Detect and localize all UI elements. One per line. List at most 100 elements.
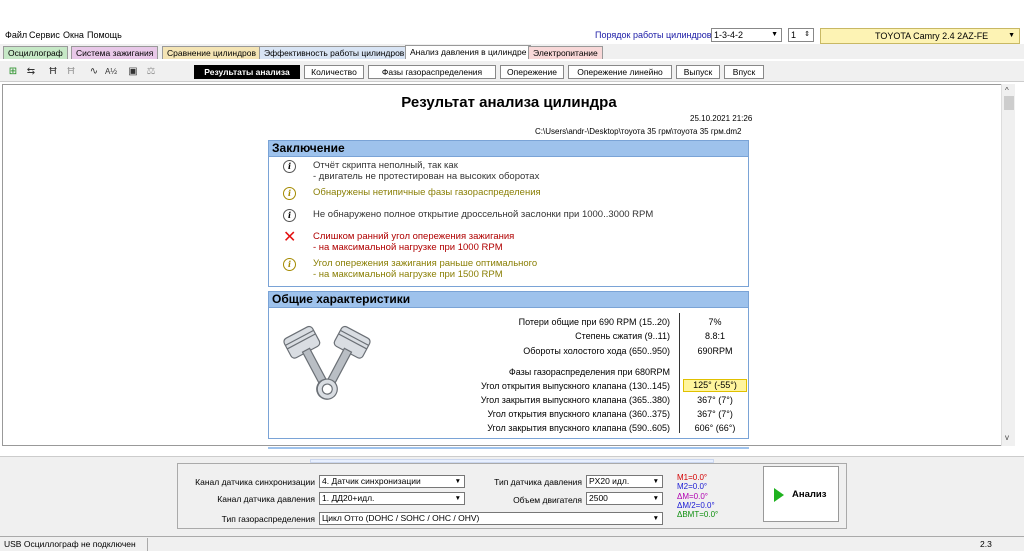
marker-half-delta: ΔM/2=0.0° — [677, 501, 715, 510]
menu-bar: Файл Сервис Окна Помощь Порядок работы ц… — [0, 27, 1024, 44]
cylinder-number-spinner[interactable]: 1 ⇕ — [788, 28, 814, 42]
valve-timing-type-label: Тип газораспределения — [221, 514, 315, 524]
char-label: Угол открытия выпускного клапана (130..1… — [480, 381, 670, 391]
sensor-type-label: Тип датчика давления — [494, 477, 582, 487]
info-icon: i — [283, 160, 296, 173]
conclusion-subtext: - двигатель не протестирован на высоких … — [313, 171, 540, 182]
cross-icon: ✕ — [283, 227, 297, 246]
play-icon — [774, 488, 784, 502]
sync-channel-label: Канал датчика синхронизации — [195, 477, 315, 487]
pressure-channel-select[interactable]: 1. ДД20+идл. ▼ — [319, 492, 465, 505]
chevron-down-icon: ▼ — [454, 478, 461, 485]
conclusion-text: Обнаружены нетипичные фазы газораспредел… — [313, 187, 541, 198]
tab-oscilloscope[interactable]: Осциллограф — [3, 46, 68, 59]
valve-timing-type-select[interactable]: Цикл Отто (DOHC / SOHC / OHC / OHV) ▼ — [319, 512, 663, 525]
char-label: Угол закрытия впускного клапана (590..60… — [487, 423, 670, 433]
char-value-highlight: 125° (-55°) — [683, 379, 747, 392]
char-value: 690RPM — [697, 346, 733, 356]
vehicle-select[interactable]: TOYOTA Camry 2.4 2AZ-FE ▼ — [820, 28, 1020, 44]
tab-cylinder-compare[interactable]: Сравнение цилиндров — [162, 46, 262, 59]
chevron-down-icon: ▼ — [652, 478, 659, 485]
char-label: Угол закрытия выпускного клапана (365..3… — [480, 395, 670, 405]
tab-cylinder-efficiency[interactable]: Эффективность работы цилиндров — [259, 46, 410, 59]
algorithm-icon[interactable]: A½ — [103, 64, 119, 79]
marker-tdc: ΔВМТ=0.0° — [677, 510, 719, 519]
report-title: Результат анализа цилиндра — [401, 94, 617, 111]
vehicle-name: TOYOTA Camry 2.4 2AZ-FE — [875, 31, 989, 41]
menu-windows[interactable]: Окна — [63, 30, 84, 40]
char-label: Обороты холостого хода (650..950) — [523, 346, 670, 356]
vertical-scrollbar[interactable]: ^ v — [1001, 84, 1015, 446]
char-label: Угол открытия впускного клапана (360..37… — [487, 409, 670, 419]
tab-cylinder-pressure[interactable]: Анализ давления в цилиндре — [405, 45, 532, 59]
conclusion-text: Угол опережения зажигания раньше оптимал… — [313, 258, 538, 269]
chevron-down-icon: ▼ — [1008, 32, 1015, 39]
save-icon[interactable]: ▣ — [125, 64, 141, 79]
sin-icon[interactable]: ⇆ — [23, 64, 39, 79]
cylinder-order-label: Порядок работы цилиндров — [595, 30, 712, 40]
analyze-button[interactable]: Анализ — [763, 466, 839, 522]
main-tab-bar: Осциллограф Система зажигания Сравнение … — [0, 44, 1024, 59]
valve-timing-type-value: Цикл Отто (DOHC / SOHC / OHC / OHV) — [322, 513, 480, 523]
chevron-down-icon: ▼ — [652, 515, 659, 522]
char-label: Потери общие при 690 RPM (15..20) — [518, 317, 670, 327]
sensor-type-select[interactable]: PX20 идл. ▼ — [586, 475, 663, 488]
engine-volume-value: 2500 — [589, 493, 608, 503]
sync-channel-value: 4. Датчик синхронизации — [322, 476, 421, 486]
menu-service[interactable]: Сервис — [29, 30, 60, 40]
char-value: 367° (7°) — [697, 409, 733, 419]
pressure-channel-value: 1. ДД20+идл. — [322, 493, 375, 503]
menu-help[interactable]: Помощь — [87, 30, 122, 40]
sensor-type-value: PX20 идл. — [589, 476, 630, 486]
engine-volume-select[interactable]: 2500 ▼ — [586, 492, 663, 505]
char-value: 7% — [708, 317, 722, 327]
version-text: 2.3 — [980, 539, 992, 549]
char-label: Фазы газораспределения при 680RPM — [508, 367, 670, 377]
chevron-down-icon: ▼ — [454, 495, 461, 502]
cylinder-number-value: 1 — [791, 30, 797, 40]
updown-icon: ⇕ — [804, 31, 810, 38]
next-section-edge — [268, 447, 749, 449]
chevron-down-icon: ▼ — [771, 31, 778, 38]
sync-channel-select[interactable]: 4. Датчик синхронизации ▼ — [319, 475, 465, 488]
subtab-exhaust[interactable]: Выпуск — [676, 65, 720, 79]
subtab-valve-timing[interactable]: Фазы газораспределения — [368, 65, 496, 79]
auto-icon[interactable]: Ħ — [45, 64, 61, 79]
chevron-down-icon: ▼ — [652, 495, 659, 502]
subtab-analysis-results[interactable]: Результаты анализа — [194, 65, 300, 79]
info-icon: i — [283, 258, 296, 271]
graph-icon[interactable]: ∿ — [86, 64, 102, 79]
marker-delta: ΔM=0.0° — [677, 492, 708, 501]
marker-m1: M1=0.0° — [677, 473, 708, 482]
conclusion-text: Отчёт скрипта неполный, так как — [313, 160, 458, 171]
subtab-advance[interactable]: Опережение — [500, 65, 564, 79]
engine-volume-label: Объем двигателя — [513, 495, 582, 505]
menu-file[interactable]: Файл — [5, 30, 27, 40]
cylinder-order-select[interactable]: 1-3-4-2 ▼ — [711, 28, 782, 42]
char-value: 606° (66°) — [694, 423, 736, 433]
char-value: 367° (7°) — [697, 395, 733, 405]
subtab-quantity[interactable]: Количество — [304, 65, 364, 79]
subtab-intake[interactable]: Впуск — [724, 65, 764, 79]
report-date: 25.10.2021 21:26 — [690, 114, 753, 123]
toolbar: ⊞ ⇆ Ħ Ħ ∿ A½ ▣ ⚖ Результаты анализа Коли… — [0, 61, 1024, 82]
auto-disabled-icon[interactable]: Ħ — [63, 64, 79, 79]
conclusion-subtext: - на максимальной нагрузке при 1500 RPM — [313, 269, 503, 280]
chevron-down-icon[interactable]: v — [1005, 433, 1009, 442]
char-label: Степень сжатия (9..11) — [575, 331, 670, 341]
info-icon: i — [283, 187, 296, 200]
marker-m2: M2=0.0° — [677, 482, 708, 491]
status-divider — [147, 538, 148, 551]
subtab-advance-linear[interactable]: Опережение линейно — [568, 65, 672, 79]
report-file-path: C:\Users\andr-\Desktop\тоуота 35 грм\тоу… — [535, 127, 742, 136]
tab-power-supply[interactable]: Электропитание — [528, 46, 603, 59]
general-heading: Общие характеристики — [268, 291, 749, 308]
grid-icon[interactable]: ⊞ — [5, 64, 21, 79]
conclusion-text: Не обнаружено полное открытие дроссельно… — [313, 209, 654, 220]
scale-icon[interactable]: ⚖ — [143, 64, 159, 79]
cylinder-order-value: 1-3-4-2 — [714, 30, 744, 40]
tab-ignition-system[interactable]: Система зажигания — [71, 46, 159, 59]
info-icon: i — [283, 209, 296, 222]
status-text: USB Осциллограф не подключен — [4, 539, 136, 549]
table-divider — [679, 313, 680, 433]
